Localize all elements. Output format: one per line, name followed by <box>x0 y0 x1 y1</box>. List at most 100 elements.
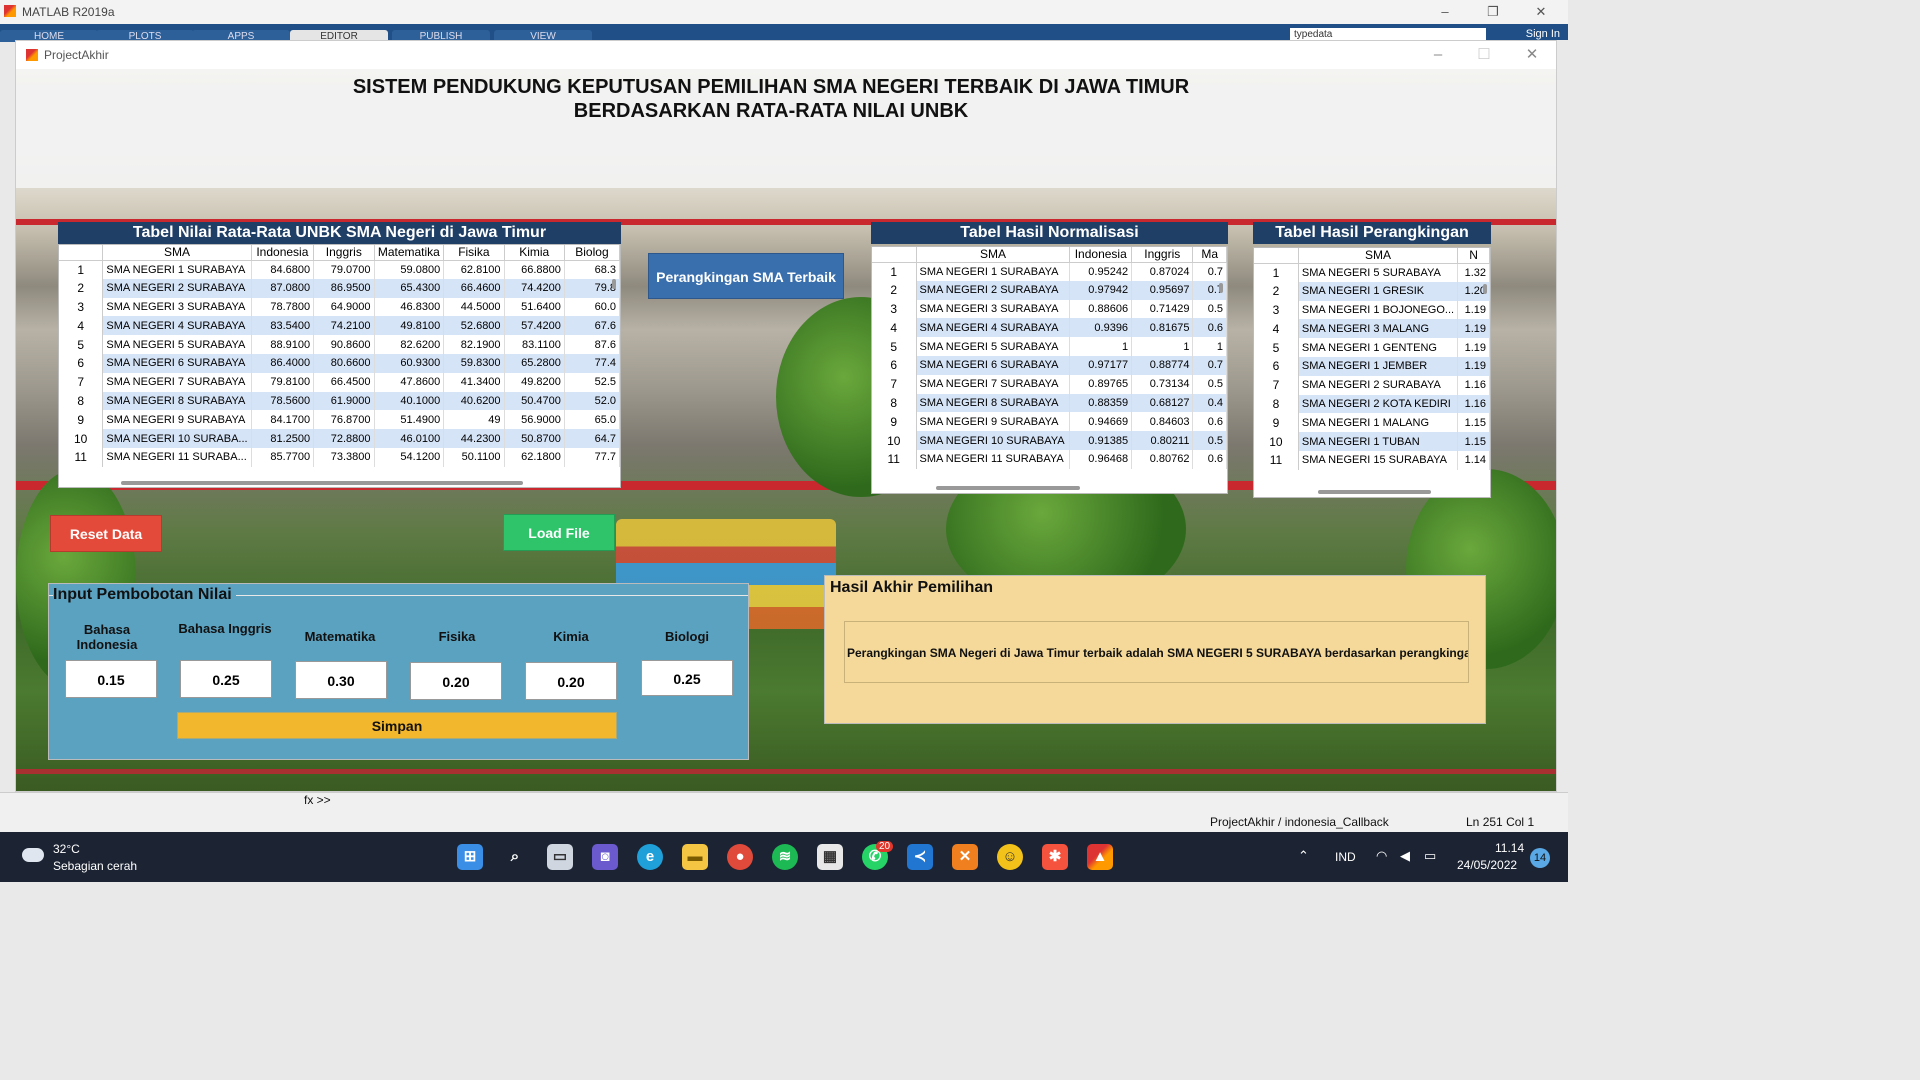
cell-value[interactable]: 0.96468 <box>1069 449 1133 469</box>
cell-value[interactable]: 0.88359 <box>1069 393 1133 413</box>
table-row[interactable]: 7 SMA NEGERI 7 SURABAYA 0.89765 0.73134 0.5 <box>872 374 1227 394</box>
cell-value[interactable]: 74.4200 <box>504 278 565 298</box>
table-row[interactable]: 4 SMA NEGERI 3 MALANG 1.19 <box>1254 319 1490 339</box>
battery-icon[interactable]: ▭ <box>1424 848 1436 864</box>
cell-value[interactable]: 59.0800 <box>374 260 445 279</box>
cell-value[interactable]: 67.6 <box>564 316 620 336</box>
table-row[interactable]: 6 SMA NEGERI 6 SURABAYA 86.4000 80.6600 60.9… <box>59 353 620 373</box>
table-row[interactable]: 2 SMA NEGERI 2 SURABAYA 0.97942 0.95697 0.7 <box>872 280 1227 300</box>
table-row[interactable]: 8 SMA NEGERI 2 KOTA KEDIRI 1.16 <box>1254 394 1490 414</box>
table-row[interactable]: 11 SMA NEGERI 15 SURABAYA 1.14 <box>1254 450 1490 470</box>
table-row[interactable]: 10 SMA NEGERI 1 TUBAN 1.15 <box>1254 432 1490 451</box>
cell-sma-name[interactable]: SMA NEGERI 1 SURABAYA <box>102 260 252 279</box>
postman-icon[interactable]: ✱ <box>1042 844 1068 870</box>
table-row[interactable]: 10 SMA NEGERI 10 SURABA... 81.2500 72.8800 4… <box>59 429 620 448</box>
table-row[interactable]: 10 SMA NEGERI 10 SURABAYA 0.91385 0.80211 0.… <box>872 431 1227 450</box>
cell-value[interactable]: 77.4 <box>564 353 620 373</box>
cell-value[interactable]: 0.88606 <box>1069 299 1133 319</box>
cell-value[interactable]: 0.6 <box>1192 318 1227 338</box>
table-row[interactable]: 11 SMA NEGERI 11 SURABAYA 0.96468 0.80762 0.… <box>872 449 1227 469</box>
cell-sma-name[interactable]: SMA NEGERI 7 SURABAYA <box>916 374 1071 394</box>
cell-value[interactable]: 0.73134 <box>1131 374 1194 394</box>
table-row[interactable]: 3 SMA NEGERI 3 SURABAYA 78.7800 64.9000 46.8… <box>59 297 620 317</box>
table-nilai[interactable]: SMA Indonesia Inggris Matematika Fisika … <box>58 244 621 488</box>
close-icon[interactable]: ✕ <box>1526 0 1556 24</box>
column-header[interactable]: Indonesia <box>251 245 315 261</box>
cell-value[interactable]: 46.0100 <box>374 429 445 448</box>
cell-value[interactable]: 62.8100 <box>443 260 505 279</box>
table-rank[interactable]: SMA N 1 SMA NEGERI 5 SURABAYA 1.32 2 SMA NEG… <box>1253 247 1491 498</box>
cell-value[interactable]: 64.9000 <box>313 297 375 317</box>
cell-value[interactable]: 0.6 <box>1192 412 1227 432</box>
cell-value[interactable]: 81.2500 <box>251 429 315 448</box>
cell-value[interactable]: 50.8700 <box>504 429 565 448</box>
cell-sma-name[interactable]: SMA NEGERI 5 SURABAYA <box>102 335 252 354</box>
horizontal-scrollbar[interactable] <box>121 481 523 485</box>
volume-icon[interactable]: ◀ <box>1400 848 1410 864</box>
vertical-scrollbar[interactable] <box>1483 284 1487 294</box>
cell-sma-name[interactable]: SMA NEGERI 6 SURABAYA <box>916 355 1071 375</box>
table-row[interactable]: 4 SMA NEGERI 4 SURABAYA 0.9396 0.81675 0.6 <box>872 318 1227 338</box>
cell-value[interactable]: 86.9500 <box>313 278 375 298</box>
cell-value[interactable]: 1 <box>1192 337 1227 356</box>
cell-value[interactable]: 65.4300 <box>374 278 445 298</box>
column-header[interactable]: Matematika <box>374 245 445 261</box>
table-row[interactable]: 1 SMA NEGERI 5 SURABAYA 1.32 <box>1254 263 1490 282</box>
column-header[interactable]: N <box>1457 248 1490 264</box>
input-bahasa-indonesia[interactable]: 0.15 <box>65 660 157 698</box>
table-row[interactable]: 5 SMA NEGERI 5 SURABAYA 88.9100 90.8600 82.6… <box>59 335 620 354</box>
horizontal-scrollbar[interactable] <box>1318 490 1431 494</box>
column-header[interactable]: SMA <box>916 247 1071 263</box>
minimize-icon[interactable]: – <box>1430 0 1460 24</box>
cell-sma-name[interactable]: SMA NEGERI 1 GRESIK <box>1298 281 1459 301</box>
cell-value[interactable]: 0.95242 <box>1069 262 1133 281</box>
store-icon[interactable]: ▦ <box>817 844 843 870</box>
column-header[interactable]: Ma <box>1192 247 1227 263</box>
cell-value[interactable]: 40.6200 <box>443 391 505 411</box>
cell-sma-name[interactable]: SMA NEGERI 11 SURABAYA <box>916 449 1071 469</box>
table-row[interactable]: 2 SMA NEGERI 1 GRESIK 1.20 <box>1254 281 1490 301</box>
cell-value[interactable]: 1 <box>1069 337 1133 356</box>
table-row[interactable]: 8 SMA NEGERI 8 SURABAYA 78.5600 61.9000 40.1… <box>59 391 620 411</box>
cell-value[interactable]: 0.84603 <box>1131 412 1194 432</box>
table-row[interactable]: 5 SMA NEGERI 5 SURABAYA 1 1 1 <box>872 337 1227 356</box>
cell-value[interactable]: 84.1700 <box>251 410 315 430</box>
cell-value[interactable]: 0.95697 <box>1131 280 1194 300</box>
input-fisika[interactable]: 0.20 <box>410 662 502 700</box>
column-header[interactable]: Kimia <box>504 245 565 261</box>
clock-time[interactable]: 11.14 <box>1495 841 1524 855</box>
cell-value[interactable]: 87.6 <box>564 335 620 354</box>
cell-value[interactable]: 1.19 <box>1457 356 1490 376</box>
cell-value[interactable]: 90.8600 <box>313 335 375 354</box>
table-row[interactable]: 1 SMA NEGERI 1 SURABAYA 0.95242 0.87024 0.7 <box>872 262 1227 281</box>
weather-icon[interactable] <box>22 848 44 862</box>
cell-sma-name[interactable]: SMA NEGERI 10 SURABA... <box>102 429 252 448</box>
cell-value[interactable]: 73.3800 <box>313 447 375 467</box>
cell-value[interactable]: 44.2300 <box>443 429 505 448</box>
input-kimia[interactable]: 0.20 <box>525 662 617 700</box>
cell-sma-name[interactable]: SMA NEGERI 8 SURABAYA <box>916 393 1071 413</box>
table-row[interactable]: 3 SMA NEGERI 1 BOJONEGO... 1.19 <box>1254 300 1490 320</box>
table-row[interactable]: 7 SMA NEGERI 2 SURABAYA 1.16 <box>1254 375 1490 395</box>
table-row[interactable]: 9 SMA NEGERI 9 SURABAYA 84.1700 76.8700 51.4… <box>59 410 620 430</box>
cell-value[interactable]: 1 <box>1131 337 1194 356</box>
cell-sma-name[interactable]: SMA NEGERI 2 KOTA KEDIRI <box>1298 394 1459 414</box>
cell-value[interactable]: 41.3400 <box>443 372 505 392</box>
chrome-icon[interactable]: ● <box>727 844 753 870</box>
cell-value[interactable]: 66.8800 <box>504 260 565 279</box>
maximize-icon[interactable]: ❐ <box>1478 0 1508 24</box>
input-biologi[interactable]: 0.25 <box>641 660 733 696</box>
cell-value[interactable]: 79.8100 <box>251 372 315 392</box>
input-bahasa-inggris[interactable]: 0.25 <box>180 660 272 698</box>
cell-value[interactable]: 0.5 <box>1192 299 1227 319</box>
start-icon[interactable]: ⊞ <box>457 844 483 870</box>
app-close-icon[interactable]: ✕ <box>1512 41 1552 69</box>
cell-value[interactable]: 1.19 <box>1457 300 1490 320</box>
cell-value[interactable]: 72.8800 <box>313 429 375 448</box>
cell-value[interactable]: 1.19 <box>1457 319 1490 339</box>
table-row[interactable]: 5 SMA NEGERI 1 GENTENG 1.19 <box>1254 338 1490 357</box>
task-view-icon[interactable]: ▭ <box>547 844 573 870</box>
sign-in-link[interactable]: Sign In <box>1526 28 1560 40</box>
cell-value[interactable]: 52.0 <box>564 391 620 411</box>
cell-value[interactable]: 49.8100 <box>374 316 445 336</box>
